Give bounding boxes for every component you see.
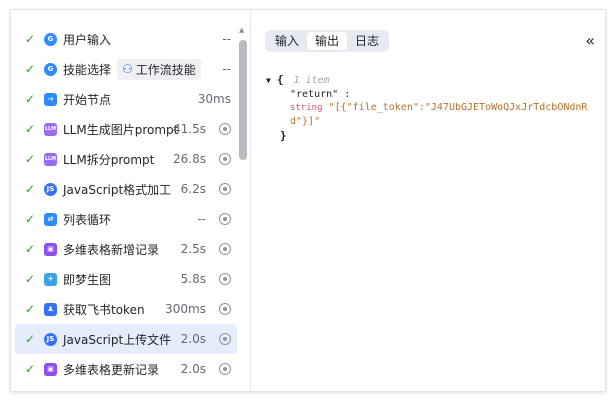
check-icon: ✓ xyxy=(25,62,36,76)
node-row[interactable]: ✓ G 用户输入 -- xyxy=(15,24,237,54)
check-icon: ✓ xyxy=(25,242,36,256)
node-label: JavaScript上传文件 xyxy=(63,332,172,347)
json-colon: : xyxy=(338,89,351,100)
node-label: JavaScript格式加工 xyxy=(63,182,172,197)
node-duration: 30ms xyxy=(197,92,231,106)
node-label: 开始节点 xyxy=(63,92,112,107)
locate-node-icon[interactable] xyxy=(219,303,231,315)
locate-node-icon[interactable] xyxy=(219,153,231,165)
locate-node-icon[interactable] xyxy=(219,213,231,225)
node-label: 获取飞书token xyxy=(63,302,145,317)
node-duration: 2.5s xyxy=(180,242,206,256)
locate-node-icon[interactable] xyxy=(219,243,231,255)
node-duration: 5.8s xyxy=(180,272,206,286)
feishu-icon: ♟ xyxy=(44,302,57,316)
json-string-value: "[{"file_token":"J47UbGJEToWoQJxJrTdcbON… xyxy=(328,102,588,113)
check-icon: ✓ xyxy=(25,182,36,196)
scrollbar[interactable]: ▲ xyxy=(238,26,248,391)
json-item-count: 1 item xyxy=(293,75,330,86)
node-duration: -- xyxy=(222,62,231,76)
js-icon: JS xyxy=(44,332,57,346)
json-value-type: string xyxy=(290,103,323,113)
check-icon: ✓ xyxy=(25,212,36,226)
node-duration: 6.2s xyxy=(180,182,206,196)
node-label: LLM拆分prompt xyxy=(63,152,155,167)
node-duration: 26.8s xyxy=(173,152,206,166)
node-list-pane: ✓ G 用户输入 -- ✓ G 技能选择 ⚇ 工作流技能 -- ✓ → 开始节点 30ms ✓ LLM LLM生… xyxy=(11,10,251,391)
check-icon: ✓ xyxy=(25,92,36,106)
node-duration: 2.0s xyxy=(180,362,206,376)
check-icon: ✓ xyxy=(25,152,36,166)
node-label: 列表循环 xyxy=(63,212,112,227)
bitable-icon: ▣ xyxy=(44,242,57,256)
tab-log[interactable]: 日志 xyxy=(347,32,387,50)
json-open-brace: { xyxy=(276,73,284,86)
skill-tag: ⚇ 工作流技能 xyxy=(117,58,201,80)
locate-node-icon[interactable] xyxy=(219,123,231,135)
detail-pane: 输入 输出 日志 « ▼ {1 item "return" : string "[… xyxy=(252,10,605,391)
node-duration: 300ms xyxy=(165,302,206,316)
node-label: 技能选择 xyxy=(63,62,112,77)
check-icon: ✓ xyxy=(25,332,36,346)
locate-node-icon[interactable] xyxy=(219,333,231,345)
node-duration: -- xyxy=(197,212,206,226)
loop-icon: ⇄ xyxy=(44,212,57,226)
node-label: 即梦生图 xyxy=(63,272,112,287)
node-row[interactable]: ✓ ⇄ 列表循环 -- xyxy=(15,204,237,234)
collapse-icon[interactable]: « xyxy=(585,31,595,50)
locate-node-icon[interactable] xyxy=(219,273,231,285)
check-icon: ✓ xyxy=(25,122,36,136)
json-key: "return" xyxy=(290,89,339,100)
node-row[interactable]: ✓ LLM LLM拆分prompt 26.8s xyxy=(15,144,237,174)
locate-node-icon[interactable] xyxy=(219,183,231,195)
node-label: 多维表格新增记录 xyxy=(63,242,160,257)
workflow-icon: ⚇ xyxy=(122,62,133,76)
js-icon: JS xyxy=(44,182,57,196)
check-icon: ✓ xyxy=(25,362,36,376)
enter-icon: → xyxy=(44,92,57,106)
tab-output[interactable]: 输出 xyxy=(307,32,348,50)
node-row[interactable]: ✓ ▣ 多维表格更新记录 2.0s xyxy=(15,354,237,384)
dreamina-icon: ✈ xyxy=(44,272,57,286)
check-icon: ✓ xyxy=(25,272,36,286)
node-label: LLM生成图片prompt xyxy=(63,122,179,137)
node-row[interactable]: ✓ ▣ 多维表格新增记录 2.5s xyxy=(15,234,237,264)
json-string-value-cont: d"}]" xyxy=(290,116,321,127)
run-result-panel: ✓ G 用户输入 -- ✓ G 技能选择 ⚇ 工作流技能 -- ✓ → 开始节点 30ms ✓ LLM LLM生… xyxy=(10,9,606,392)
locate-node-icon[interactable] xyxy=(219,363,231,375)
node-duration: -- xyxy=(222,32,231,46)
globe-icon: G xyxy=(44,32,57,46)
json-close-brace: } xyxy=(280,129,287,142)
detail-tabs: 输入 输出 日志 xyxy=(265,30,390,52)
globe-icon: G xyxy=(44,62,57,76)
scroll-thumb[interactable] xyxy=(239,40,247,160)
bitable-icon: ▣ xyxy=(44,362,57,376)
node-row[interactable]: ✓ LLM LLM生成图片prompt 41.5s xyxy=(15,114,237,144)
node-row[interactable]: ✓ ♟ 获取飞书token 300ms xyxy=(15,294,237,324)
output-json-viewer: ▼ {1 item "return" : string "[{"file_toke… xyxy=(266,73,587,143)
skill-tag-label: 工作流技能 xyxy=(135,62,196,77)
node-label: 用户输入 xyxy=(63,32,112,47)
node-label: 多维表格更新记录 xyxy=(63,362,160,377)
llm-icon: LLM xyxy=(44,122,57,136)
check-icon: ✓ xyxy=(25,302,36,316)
node-duration: 41.5s xyxy=(173,122,206,136)
node-row[interactable]: ✓ JS JavaScript上传文件 2.0s xyxy=(15,324,237,354)
node-duration: 2.0s xyxy=(180,332,206,346)
node-row[interactable]: ✓ ✈ 即梦生图 5.8s xyxy=(15,264,237,294)
scroll-up-arrow-icon[interactable]: ▲ xyxy=(239,26,244,34)
llm-icon: LLM xyxy=(44,152,57,166)
node-list: ✓ G 用户输入 -- ✓ G 技能选择 ⚇ 工作流技能 -- ✓ → 开始节点 30ms ✓ LLM LLM生… xyxy=(15,24,237,384)
node-row[interactable]: ✓ JS JavaScript格式加工 6.2s xyxy=(15,174,237,204)
collapse-caret-icon[interactable]: ▼ xyxy=(266,76,271,85)
node-row[interactable]: ✓ G 技能选择 ⚇ 工作流技能 -- xyxy=(15,54,237,84)
check-icon: ✓ xyxy=(25,32,36,46)
node-row[interactable]: ✓ → 开始节点 30ms xyxy=(15,84,237,114)
tab-input[interactable]: 输入 xyxy=(267,32,307,50)
